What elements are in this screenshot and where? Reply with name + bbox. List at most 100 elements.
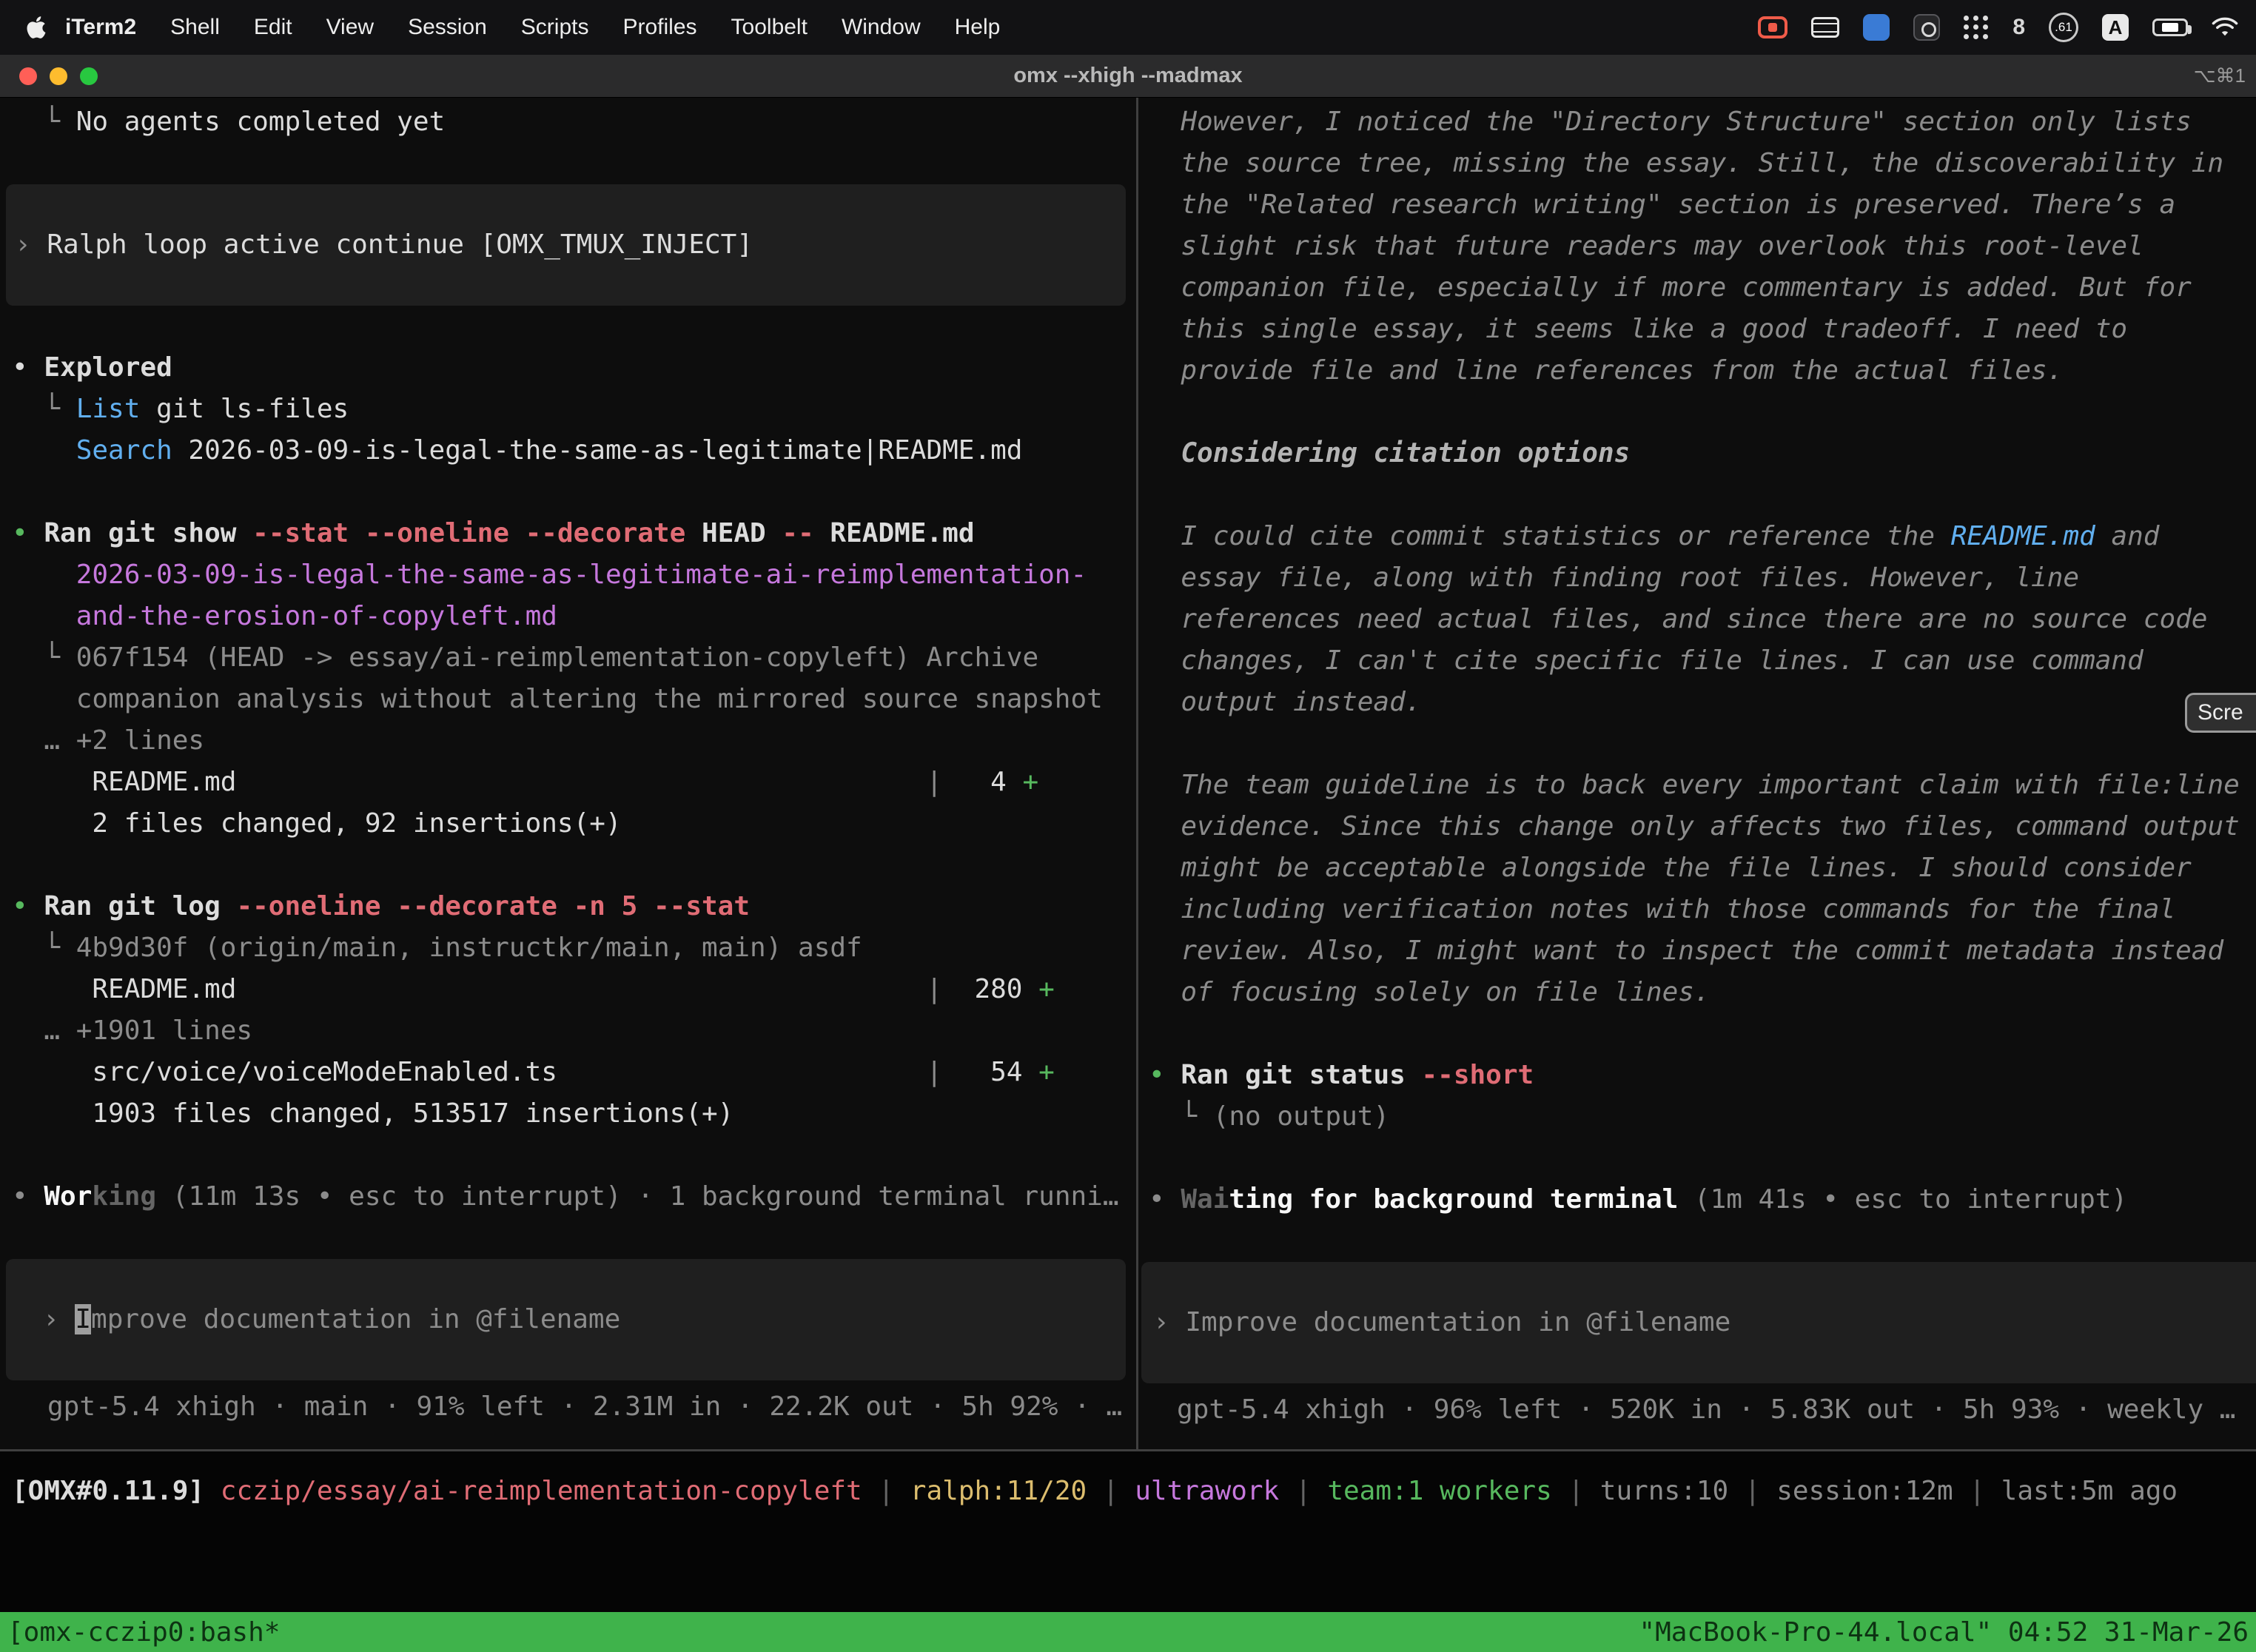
- blank-line: [1138, 1138, 2256, 1179]
- tmux-hostname-clock: "MacBook-Pro-44.local" 04:52 31-Mar-26: [1639, 1617, 2249, 1648]
- menu-item-list: ShellEditViewSessionScriptsProfilesToolb…: [153, 15, 1017, 40]
- terminal-line: However, I noticed the "Directory Struct…: [1138, 101, 2256, 143]
- screen-notification-popup[interactable]: Scre: [2185, 693, 2256, 733]
- terminal-line: └ No agents completed yet: [0, 101, 1136, 143]
- terminal-line: of focusing solely on file lines.: [1138, 972, 2256, 1013]
- terminal-line: review. Also, I might want to inspect th…: [1138, 930, 2256, 972]
- grid-dots-icon[interactable]: [1964, 15, 1989, 40]
- text-run: 4b9d30f (origin/main, instructkr/main, m…: [76, 933, 862, 963]
- text-run: List: [76, 394, 141, 424]
- menu-item-profiles[interactable]: Profiles: [605, 15, 714, 39]
- text-run: Improve documentation in @filename: [1185, 1307, 1730, 1337]
- menu-item-window[interactable]: Window: [825, 15, 938, 39]
- terminal-line: └ 4b9d30f (origin/main, instructkr/main,…: [0, 927, 1136, 969]
- text-run: |: [1552, 1476, 1600, 1506]
- terminal-line: this single essay, it seems like a good …: [1138, 309, 2256, 350]
- text-run: |: [862, 1476, 910, 1506]
- text-run: I could cite commit statistics or refere…: [1149, 521, 1951, 551]
- menu-item-help[interactable]: Help: [938, 15, 1018, 39]
- text-run: Ran: [44, 891, 108, 921]
- text-run: references need actual files, and since …: [1149, 604, 2207, 634]
- text-run: +: [1038, 1057, 1055, 1087]
- input-source-icon[interactable]: A: [2102, 14, 2129, 41]
- terminal-line: 2 files changed, 92 insertions(+): [0, 803, 1136, 845]
- terminal-line: 1903 files changed, 513517 insertions(+): [0, 1093, 1136, 1135]
- terminal-line: companion file, especially if more comme…: [1138, 267, 2256, 309]
- text-run: ultrawork: [1135, 1476, 1279, 1506]
- wifi-icon[interactable]: [2212, 17, 2238, 38]
- terminal-pane-left[interactable]: └ No agents completed yet › Ralph loop ac…: [0, 98, 1138, 1449]
- terminal-line: README.md | 4 +: [0, 762, 1136, 803]
- text-run: last:5m ago: [2001, 1476, 2178, 1506]
- close-window-button[interactable]: [19, 67, 37, 85]
- terminal-line: including verification notes with those …: [1138, 889, 2256, 930]
- menu-item-session[interactable]: Session: [391, 15, 504, 39]
- text-run: mprove documentation in @filename: [91, 1304, 620, 1334]
- blank-line: [1138, 474, 2256, 516]
- minimize-window-button[interactable]: [50, 67, 67, 85]
- blue-app-icon[interactable]: [1863, 14, 1890, 41]
- text-run: README.md: [12, 767, 236, 797]
- text-run: evidence. Since this change only affects…: [1149, 811, 2240, 842]
- text-run: and-the-erosion-of-copyleft.md: [76, 601, 557, 631]
- text-run: •: [12, 1181, 44, 1212]
- terminal-line: … +2 lines: [0, 720, 1136, 762]
- tmux-status-bar: [omx-cczip0:bash* "MacBook-Pro-44.local"…: [0, 1612, 2256, 1652]
- blank-line: [1138, 723, 2256, 765]
- text-run: essay file, along with finding root file…: [1149, 563, 2079, 593]
- text-run: |: [1279, 1476, 1327, 1506]
- text-run: └: [12, 642, 76, 673]
- window-manager-icon[interactable]: [1811, 17, 1839, 38]
- macos-menubar: iTerm2 ShellEditViewSessionScriptsProfil…: [0, 0, 2256, 55]
- menu-item-view[interactable]: View: [309, 15, 391, 39]
- battery-gauge-icon[interactable]: .61: [2049, 13, 2078, 42]
- terminal-line: └ List git ls-files: [0, 389, 1136, 430]
- terminal-line: › Improve documentation in @filename: [43, 1299, 1126, 1340]
- battery-icon[interactable]: [2152, 19, 2188, 36]
- text-run: ›: [43, 1304, 75, 1334]
- menu-item-iterm2[interactable]: iTerm2: [61, 15, 153, 40]
- zoom-window-button[interactable]: [80, 67, 98, 85]
- text-run: 067f154 (HEAD -> essay/ai-reimplementati…: [76, 642, 1038, 673]
- screen-recording-indicator-icon[interactable]: [1758, 16, 1787, 38]
- menu-item-toolbelt[interactable]: Toolbelt: [714, 15, 825, 39]
- text-run: --stat --oneline --decorate: [252, 518, 685, 548]
- window-title: omx --xhigh --madmax: [1013, 64, 1242, 88]
- terminal-line: Search 2026-03-09-is-legal-the-same-as-l…: [0, 430, 1136, 471]
- blank-line: [1138, 1013, 2256, 1055]
- text-run: … +1901 lines: [12, 1015, 252, 1046]
- apple-menu-icon[interactable]: [25, 15, 47, 40]
- text-run: No agents completed yet: [76, 107, 446, 137]
- text-run: [OMX#0.11.9]: [12, 1476, 204, 1506]
- prompt-input[interactable]: › Improve documentation in @filename: [6, 1259, 1126, 1380]
- window-titlebar[interactable]: omx --xhigh --madmax ⌥⌘1: [0, 55, 2256, 98]
- terminal-line: • Ran git show --stat --oneline --decora…: [0, 513, 1136, 554]
- menu-item-shell[interactable]: Shell: [153, 15, 237, 39]
- terminal-line: • Ran git log --oneline --decorate -n 5 …: [0, 886, 1136, 927]
- blank-line: [0, 1218, 1136, 1259]
- text-run: (1m 41s • esc to interrupt): [1678, 1184, 2127, 1215]
- text-run: [204, 1476, 221, 1506]
- text-run: However, I noticed the "Directory Struct…: [1149, 107, 2192, 137]
- terminal-line: └ 067f154 (HEAD -> essay/ai-reimplementa…: [0, 637, 1136, 679]
- dark-app-icon[interactable]: [1913, 14, 1940, 41]
- text-run: •: [12, 352, 44, 383]
- text-run: companion analysis without altering the …: [12, 684, 1103, 714]
- text-run: team:1 workers: [1327, 1476, 1551, 1506]
- menu-item-scripts[interactable]: Scripts: [504, 15, 606, 39]
- text-run: I: [75, 1304, 91, 1334]
- prompt-input[interactable]: › Improve documentation in @filename: [1141, 1262, 2256, 1383]
- key-overlay-icon[interactable]: 8: [2012, 15, 2025, 40]
- text-run: Ran: [44, 518, 108, 548]
- text-run: 54: [942, 1057, 1038, 1087]
- blank-line: [0, 306, 1136, 347]
- text-run: session:12m: [1776, 1476, 1953, 1506]
- text-run: •: [1149, 1060, 1181, 1090]
- text-run: git ls-files: [140, 394, 349, 424]
- menu-item-edit[interactable]: Edit: [237, 15, 309, 39]
- terminal-line: The team guideline is to back every impo…: [1138, 765, 2256, 806]
- ralph-loop-banner: › Ralph loop active continue [OMX_TMUX_I…: [6, 184, 1126, 306]
- terminal-pane-right[interactable]: However, I noticed the "Directory Struct…: [1138, 98, 2256, 1449]
- terminal-line: I could cite commit statistics or refere…: [1138, 516, 2256, 557]
- text-run: including verification notes with those …: [1149, 894, 2175, 924]
